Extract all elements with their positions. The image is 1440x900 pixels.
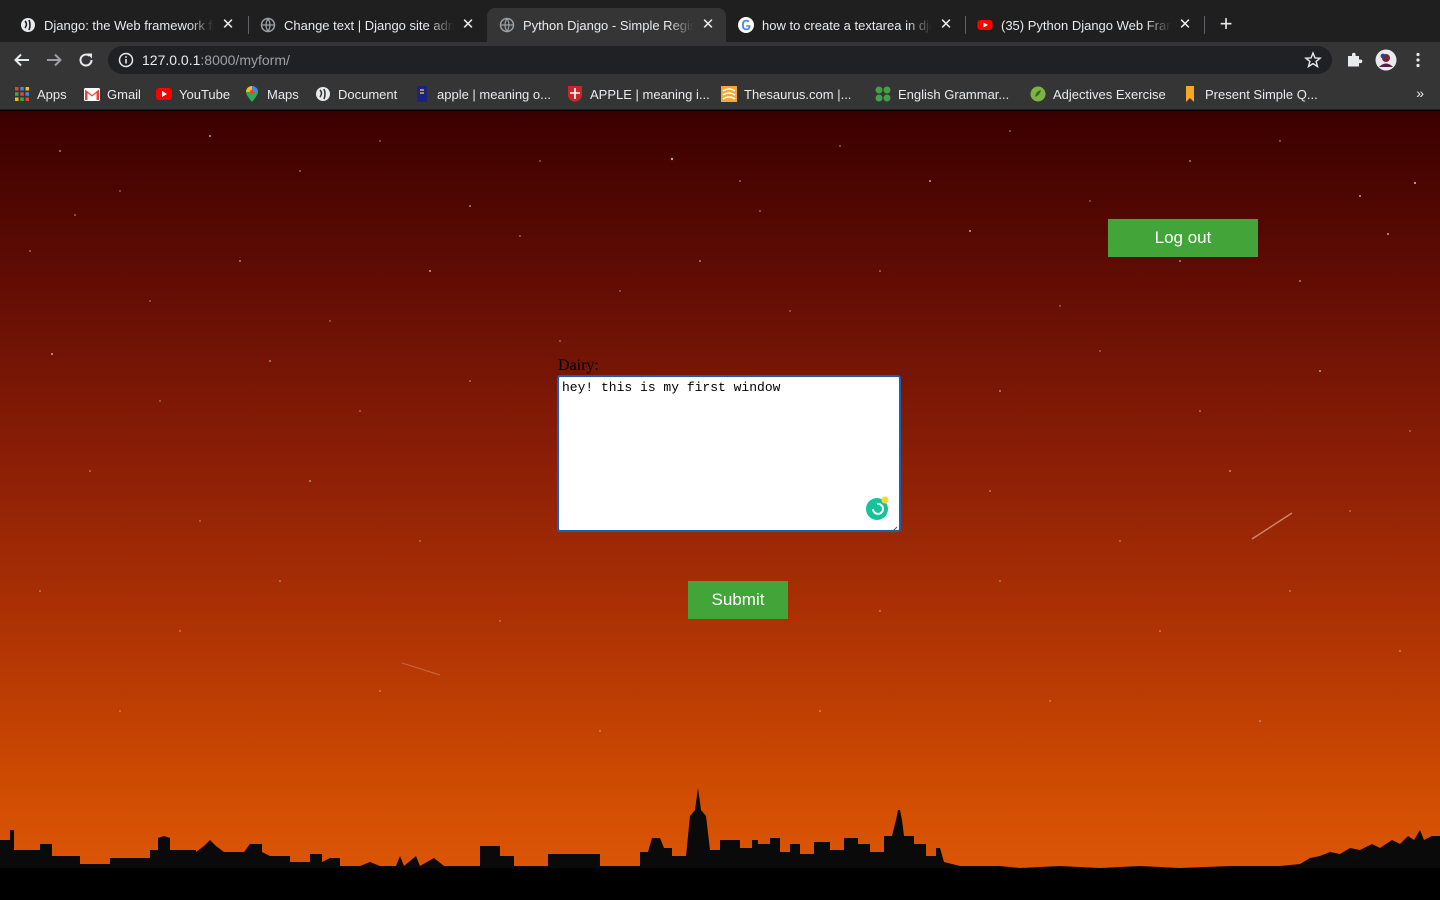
- submit-button[interactable]: Submit: [688, 581, 788, 619]
- youtube-icon: [156, 86, 172, 102]
- dictionary-icon: [414, 86, 430, 102]
- arrow-left-icon: [14, 53, 29, 67]
- bookmark-adjectives[interactable]: Adjectives Exercise: [1030, 85, 1166, 103]
- close-icon[interactable]: ✕: [938, 17, 954, 33]
- avatar-icon: [1375, 49, 1397, 71]
- bookmark-gmail[interactable]: Gmail: [84, 85, 141, 103]
- tab-title: Django: the Web framework for perfection…: [44, 17, 214, 33]
- globe-icon: [20, 17, 36, 33]
- bookmark-label: Apps: [37, 86, 67, 102]
- leaf-icon: [1030, 86, 1046, 102]
- maps-pin-icon: [244, 86, 260, 102]
- dairy-textarea-container: hey! this is my first window: [557, 375, 901, 534]
- arrow-right-icon: [47, 53, 62, 67]
- bookmark-label: English Grammar...: [898, 86, 1010, 102]
- menu-button[interactable]: [1406, 48, 1430, 72]
- bookmark-youtube[interactable]: YouTube: [156, 85, 230, 103]
- reload-icon: [79, 53, 93, 67]
- page-content: Log out Dairy: hey! this is my first win…: [0, 111, 1440, 900]
- tab-youtube[interactable]: (35) Python Django Web Framework ✕: [965, 8, 1203, 42]
- bookmark-apple-cambridge[interactable]: APPLE | meaning i...: [567, 85, 710, 103]
- bookmark-present-simple[interactable]: Present Simple Q...: [1182, 85, 1318, 103]
- bookmark-apps[interactable]: Apps: [14, 85, 67, 103]
- bookmark-apple-meaning[interactable]: apple | meaning o...: [414, 85, 551, 103]
- tab-registration-active[interactable]: Python Django - Simple Registration ✕: [487, 8, 726, 42]
- bookmark-label: apple | meaning o...: [437, 86, 551, 102]
- tab-django-admin[interactable]: Change text | Django site admin ✕: [248, 8, 486, 42]
- chevron-double-right-icon[interactable]: »: [1416, 85, 1424, 101]
- clover-icon: [875, 86, 891, 102]
- tab-google-search[interactable]: how to create a textarea in django ✕: [726, 8, 964, 42]
- reload-button[interactable]: [74, 48, 98, 72]
- bookmark-thesaurus[interactable]: Thesaurus.com |...: [721, 85, 851, 103]
- info-icon[interactable]: [118, 52, 134, 68]
- tab-separator: [1204, 16, 1205, 34]
- bookmark-maps[interactable]: Maps: [244, 85, 299, 103]
- new-tab-button[interactable]: +: [1214, 13, 1238, 37]
- close-icon[interactable]: ✕: [1177, 17, 1193, 33]
- gmail-icon: [84, 86, 100, 102]
- bookmark-icon: [1182, 86, 1198, 102]
- globe-icon: [315, 86, 331, 102]
- google-icon: [738, 17, 754, 33]
- puzzle-icon: [1348, 52, 1363, 67]
- tab-strip: Django: the Web framework for perfection…: [0, 0, 1440, 42]
- forward-button[interactable]: [42, 48, 66, 72]
- url-text: 127.0.0.1:8000/myform/: [142, 52, 290, 68]
- tab-title: how to create a textarea in django: [762, 17, 932, 33]
- close-icon[interactable]: ✕: [460, 17, 476, 33]
- bookmark-label: Gmail: [107, 86, 141, 102]
- bookmark-document[interactable]: Document: [315, 85, 397, 103]
- dairy-label: Dairy:: [558, 357, 599, 374]
- cambridge-icon: [567, 86, 583, 102]
- globe-icon: [260, 17, 276, 33]
- grammarly-icon[interactable]: [865, 496, 889, 520]
- extensions-button[interactable]: [1342, 48, 1366, 72]
- tab-title: Change text | Django site admin: [284, 17, 454, 33]
- tab-title: (35) Python Django Web Framework: [1001, 17, 1171, 33]
- bookmark-label: YouTube: [179, 86, 231, 102]
- dairy-textarea[interactable]: hey! this is my first window: [559, 377, 899, 530]
- bookmarks-bar: Apps Gmail YouTube Maps Document apple |…: [0, 78, 1440, 110]
- address-bar[interactable]: 127.0.0.1:8000/myform/: [108, 46, 1332, 74]
- bookmark-label: Thesaurus.com |...: [744, 86, 852, 102]
- tab-title: Python Django - Simple Registration: [523, 17, 694, 33]
- more-vert-icon: [1416, 52, 1420, 68]
- star-icon[interactable]: [1303, 51, 1323, 69]
- close-icon[interactable]: ✕: [700, 17, 716, 33]
- bookmark-label: APPLE | meaning i...: [590, 86, 710, 102]
- bookmark-label: Document: [338, 86, 398, 102]
- profile-avatar[interactable]: [1374, 48, 1398, 72]
- url-host: 127.0.0.1: [142, 52, 201, 68]
- tab-django-home[interactable]: Django: the Web framework for perfection…: [8, 8, 246, 42]
- logout-button[interactable]: Log out: [1108, 219, 1258, 257]
- browser-toolbar: 127.0.0.1:8000/myform/: [0, 42, 1440, 78]
- city-skyline-silhouette: [0, 788, 1440, 900]
- back-button[interactable]: [10, 48, 34, 72]
- bookmark-label: Adjectives Exercise: [1053, 86, 1166, 102]
- close-icon[interactable]: ✕: [220, 17, 236, 33]
- youtube-icon: [977, 17, 993, 33]
- bookmark-label: Maps: [267, 86, 299, 102]
- bookmark-english-grammar[interactable]: English Grammar...: [875, 85, 1009, 103]
- apps-grid-icon: [14, 86, 30, 102]
- url-path: :8000/myform/: [200, 52, 290, 68]
- thesaurus-icon: [721, 86, 737, 102]
- resize-handle-icon[interactable]: [890, 521, 898, 534]
- bookmark-label: Present Simple Q...: [1205, 86, 1318, 102]
- globe-icon: [499, 17, 515, 33]
